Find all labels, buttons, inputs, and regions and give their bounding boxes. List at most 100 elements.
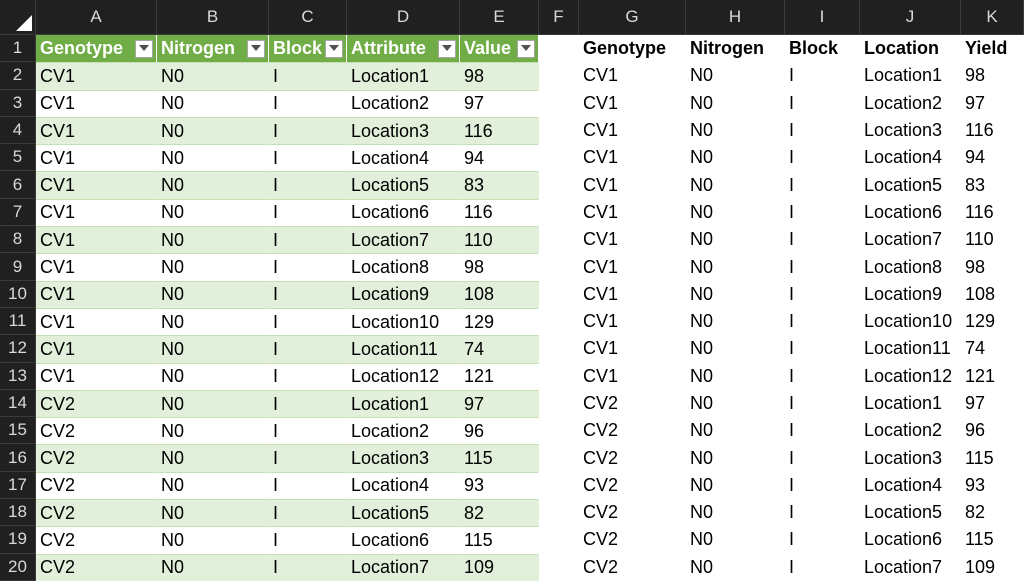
table-cell[interactable]: N0 bbox=[157, 89, 269, 117]
output-cell[interactable]: I bbox=[785, 499, 860, 527]
output-cell[interactable]: I bbox=[785, 526, 860, 554]
table-cell[interactable]: CV2 bbox=[36, 471, 157, 500]
output-cell[interactable]: I bbox=[785, 116, 860, 145]
empty-cell[interactable] bbox=[539, 553, 579, 581]
output-cell[interactable]: Location12 bbox=[860, 362, 961, 390]
table-cell[interactable]: 74 bbox=[460, 335, 539, 363]
empty-cell[interactable] bbox=[539, 280, 579, 308]
output-cell[interactable]: N0 bbox=[686, 389, 785, 418]
table-cell[interactable]: I bbox=[269, 116, 347, 145]
table-cell[interactable]: Location11 bbox=[347, 335, 460, 363]
output-cell[interactable]: N0 bbox=[686, 553, 785, 581]
empty-cell[interactable] bbox=[539, 362, 579, 390]
output-cell[interactable]: I bbox=[785, 226, 860, 254]
filter-button-value[interactable] bbox=[517, 39, 535, 58]
table-cell[interactable]: 108 bbox=[460, 280, 539, 308]
output-cell[interactable]: Location4 bbox=[860, 471, 961, 500]
output-cell[interactable]: I bbox=[785, 307, 860, 336]
table-cell[interactable]: I bbox=[269, 417, 347, 445]
table-cell[interactable]: N0 bbox=[157, 471, 269, 500]
table-cell[interactable]: Location3 bbox=[347, 116, 460, 145]
table-cell[interactable]: CV1 bbox=[36, 198, 157, 227]
table-cell[interactable]: 93 bbox=[460, 471, 539, 500]
row-header-1[interactable]: 1 bbox=[0, 35, 36, 63]
output-cell[interactable]: I bbox=[785, 444, 860, 472]
table-cell[interactable]: Location8 bbox=[347, 253, 460, 281]
output-cell[interactable]: 93 bbox=[961, 471, 1024, 500]
empty-cell[interactable] bbox=[539, 35, 579, 63]
table-cell[interactable]: I bbox=[269, 198, 347, 227]
column-header-e[interactable]: E bbox=[460, 0, 539, 35]
empty-cell[interactable] bbox=[539, 526, 579, 554]
table-cell[interactable]: Location4 bbox=[347, 471, 460, 500]
empty-cell[interactable] bbox=[539, 444, 579, 472]
table-cell[interactable]: 96 bbox=[460, 417, 539, 445]
table-cell[interactable]: CV2 bbox=[36, 417, 157, 445]
output-cell[interactable]: I bbox=[785, 335, 860, 363]
table-cell[interactable]: I bbox=[269, 280, 347, 308]
empty-cell[interactable] bbox=[539, 198, 579, 227]
output-header-yield[interactable]: Yield bbox=[961, 35, 1024, 63]
table-cell[interactable]: Location1 bbox=[347, 389, 460, 418]
table-cell[interactable]: I bbox=[269, 389, 347, 418]
table-cell[interactable]: N0 bbox=[157, 226, 269, 254]
output-cell[interactable]: N0 bbox=[686, 116, 785, 145]
table-cell[interactable]: CV1 bbox=[36, 253, 157, 281]
table-cell[interactable]: I bbox=[269, 362, 347, 390]
output-cell[interactable]: 96 bbox=[961, 417, 1024, 445]
row-header-18[interactable]: 18 bbox=[0, 499, 36, 527]
table-cell[interactable]: I bbox=[269, 171, 347, 199]
table-cell[interactable]: N0 bbox=[157, 253, 269, 281]
row-header-16[interactable]: 16 bbox=[0, 444, 36, 472]
output-cell[interactable]: Location10 bbox=[860, 307, 961, 336]
table-cell[interactable]: 82 bbox=[460, 499, 539, 527]
row-header-13[interactable]: 13 bbox=[0, 362, 36, 390]
output-cell[interactable]: CV2 bbox=[579, 389, 686, 418]
empty-cell[interactable] bbox=[539, 253, 579, 281]
output-cell[interactable]: I bbox=[785, 198, 860, 227]
output-cell[interactable]: CV2 bbox=[579, 417, 686, 445]
table-cell[interactable]: CV1 bbox=[36, 280, 157, 308]
table-cell[interactable]: 97 bbox=[460, 389, 539, 418]
output-cell[interactable]: N0 bbox=[686, 499, 785, 527]
output-cell[interactable]: 115 bbox=[961, 444, 1024, 472]
output-cell[interactable]: N0 bbox=[686, 253, 785, 281]
row-header-6[interactable]: 6 bbox=[0, 171, 36, 199]
table-cell[interactable]: CV2 bbox=[36, 389, 157, 418]
table-cell[interactable]: CV2 bbox=[36, 526, 157, 554]
table-cell[interactable]: 94 bbox=[460, 144, 539, 172]
output-cell[interactable]: I bbox=[785, 144, 860, 172]
row-header-7[interactable]: 7 bbox=[0, 198, 36, 227]
output-cell[interactable]: I bbox=[785, 471, 860, 500]
table-cell[interactable]: I bbox=[269, 553, 347, 581]
output-cell[interactable]: Location9 bbox=[860, 280, 961, 308]
empty-cell[interactable] bbox=[539, 226, 579, 254]
output-header-genotype[interactable]: Genotype bbox=[579, 35, 686, 63]
table-header-nitrogen[interactable]: Nitrogen bbox=[157, 35, 269, 63]
output-cell[interactable]: I bbox=[785, 362, 860, 390]
row-header-2[interactable]: 2 bbox=[0, 62, 36, 90]
output-cell[interactable]: Location3 bbox=[860, 116, 961, 145]
output-cell[interactable]: 129 bbox=[961, 307, 1024, 336]
output-cell[interactable]: 97 bbox=[961, 389, 1024, 418]
output-cell[interactable]: Location6 bbox=[860, 526, 961, 554]
table-cell[interactable]: N0 bbox=[157, 362, 269, 390]
table-cell[interactable]: 129 bbox=[460, 307, 539, 336]
table-cell[interactable]: CV2 bbox=[36, 553, 157, 581]
output-cell[interactable]: 108 bbox=[961, 280, 1024, 308]
row-header-9[interactable]: 9 bbox=[0, 253, 36, 281]
output-cell[interactable]: Location2 bbox=[860, 89, 961, 117]
empty-cell[interactable] bbox=[539, 389, 579, 418]
table-cell[interactable]: N0 bbox=[157, 553, 269, 581]
row-header-12[interactable]: 12 bbox=[0, 335, 36, 363]
table-header-value[interactable]: Value bbox=[460, 35, 539, 63]
table-cell[interactable]: I bbox=[269, 335, 347, 363]
table-cell[interactable]: Location5 bbox=[347, 499, 460, 527]
empty-cell[interactable] bbox=[539, 307, 579, 336]
table-cell[interactable]: 115 bbox=[460, 526, 539, 554]
table-header-block[interactable]: Block bbox=[269, 35, 347, 63]
table-cell[interactable]: N0 bbox=[157, 526, 269, 554]
table-cell[interactable]: Location9 bbox=[347, 280, 460, 308]
table-cell[interactable]: 98 bbox=[460, 62, 539, 90]
output-cell[interactable]: N0 bbox=[686, 226, 785, 254]
